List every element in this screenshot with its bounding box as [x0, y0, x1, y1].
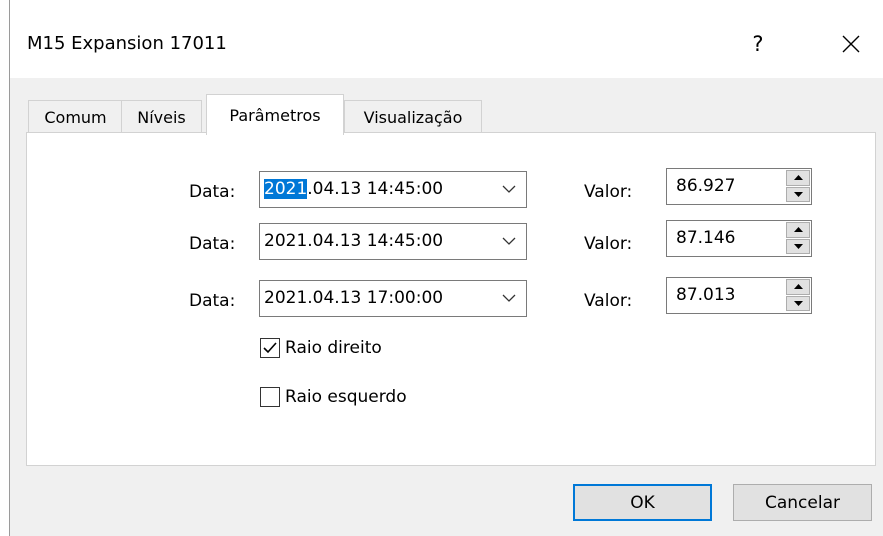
spin-up-button[interactable]: [786, 279, 810, 295]
help-label: ?: [752, 32, 764, 56]
value-label: Valor:: [584, 291, 633, 311]
chevron-down-icon: [502, 237, 516, 245]
tab-label: Parâmetros: [229, 105, 321, 125]
date-value: 2021.04.13 14:45:00: [264, 179, 443, 199]
spin-buttons: [786, 279, 810, 312]
triangle-down-icon: [793, 191, 803, 197]
ray-right-checkbox[interactable]: Raio direito: [260, 338, 382, 358]
dialog-window: M15 Expansion 17011 ? Comum Níveis Parâm…: [9, 0, 883, 536]
spin-up-button[interactable]: [786, 170, 810, 186]
date-label: Data:: [189, 182, 236, 202]
date-combobox[interactable]: 2021.04.13 14:45:00: [259, 171, 527, 208]
value-label: Valor:: [584, 234, 633, 254]
ray-left-label: Raio esquerdo: [285, 387, 407, 407]
triangle-down-icon: [793, 300, 803, 306]
ok-label: OK: [630, 492, 655, 513]
value-spinbox[interactable]: 87.013: [666, 277, 812, 314]
cancel-label: Cancelar: [765, 492, 840, 513]
spin-down-button[interactable]: [786, 295, 810, 311]
date-value: 2021.04.13 14:45:00: [264, 231, 444, 251]
title-bar: M15 Expansion 17011 ?: [10, 0, 883, 78]
value-label: Valor:: [584, 182, 633, 202]
date-combobox[interactable]: 2021.04.13 14:45:00: [259, 223, 527, 260]
cancel-button[interactable]: Cancelar: [733, 484, 872, 521]
ray-left-checkbox[interactable]: Raio esquerdo: [260, 387, 407, 407]
date-rest-text: .04.13 14:45:00: [307, 179, 444, 199]
dialog-title: M15 Expansion 17011: [27, 33, 227, 54]
date-value: 2021.04.13 17:00:00: [264, 288, 444, 308]
close-icon: [842, 35, 860, 53]
checkbox-box: [260, 387, 280, 407]
tab-bar: Comum Níveis Parâmetros Visualização: [28, 94, 876, 135]
date-label: Data:: [189, 234, 236, 254]
spin-up-button[interactable]: [786, 222, 810, 238]
tab-parametros[interactable]: Parâmetros: [206, 94, 344, 135]
date-label: Data:: [189, 291, 236, 311]
tab-visualizacao[interactable]: Visualização: [344, 100, 482, 133]
value-text: 86.927: [676, 176, 736, 196]
value-text: 87.013: [676, 285, 736, 305]
parameters-panel: Data: 2021.04.13 14:45:00 Valor: 86.927 …: [26, 132, 876, 466]
ray-right-label: Raio direito: [285, 338, 382, 358]
value-spinbox[interactable]: 87.146: [666, 220, 812, 257]
tab-label: Visualização: [363, 107, 463, 127]
tab-label: Comum: [44, 107, 107, 127]
value-text: 87.146: [676, 228, 736, 248]
triangle-down-icon: [793, 243, 803, 249]
spin-down-button[interactable]: [786, 238, 810, 254]
spin-down-button[interactable]: [786, 186, 810, 202]
chevron-down-icon: [502, 294, 516, 302]
tab-label: Níveis: [137, 107, 186, 127]
date-combobox[interactable]: 2021.04.13 17:00:00: [259, 280, 527, 317]
triangle-up-icon: [793, 175, 803, 181]
ok-button[interactable]: OK: [573, 484, 712, 521]
triangle-up-icon: [793, 227, 803, 233]
date-selected-text: 2021: [264, 179, 308, 199]
checkbox-box: [260, 338, 280, 358]
close-button[interactable]: [829, 22, 873, 66]
chevron-down-icon: [502, 185, 516, 193]
value-spinbox[interactable]: 86.927: [666, 168, 812, 205]
tab-comum[interactable]: Comum: [28, 100, 123, 133]
triangle-up-icon: [793, 284, 803, 290]
checkmark-icon: [263, 342, 277, 354]
tab-niveis[interactable]: Níveis: [121, 100, 202, 133]
help-button[interactable]: ?: [736, 22, 780, 66]
spin-buttons: [786, 170, 810, 203]
spin-buttons: [786, 222, 810, 255]
